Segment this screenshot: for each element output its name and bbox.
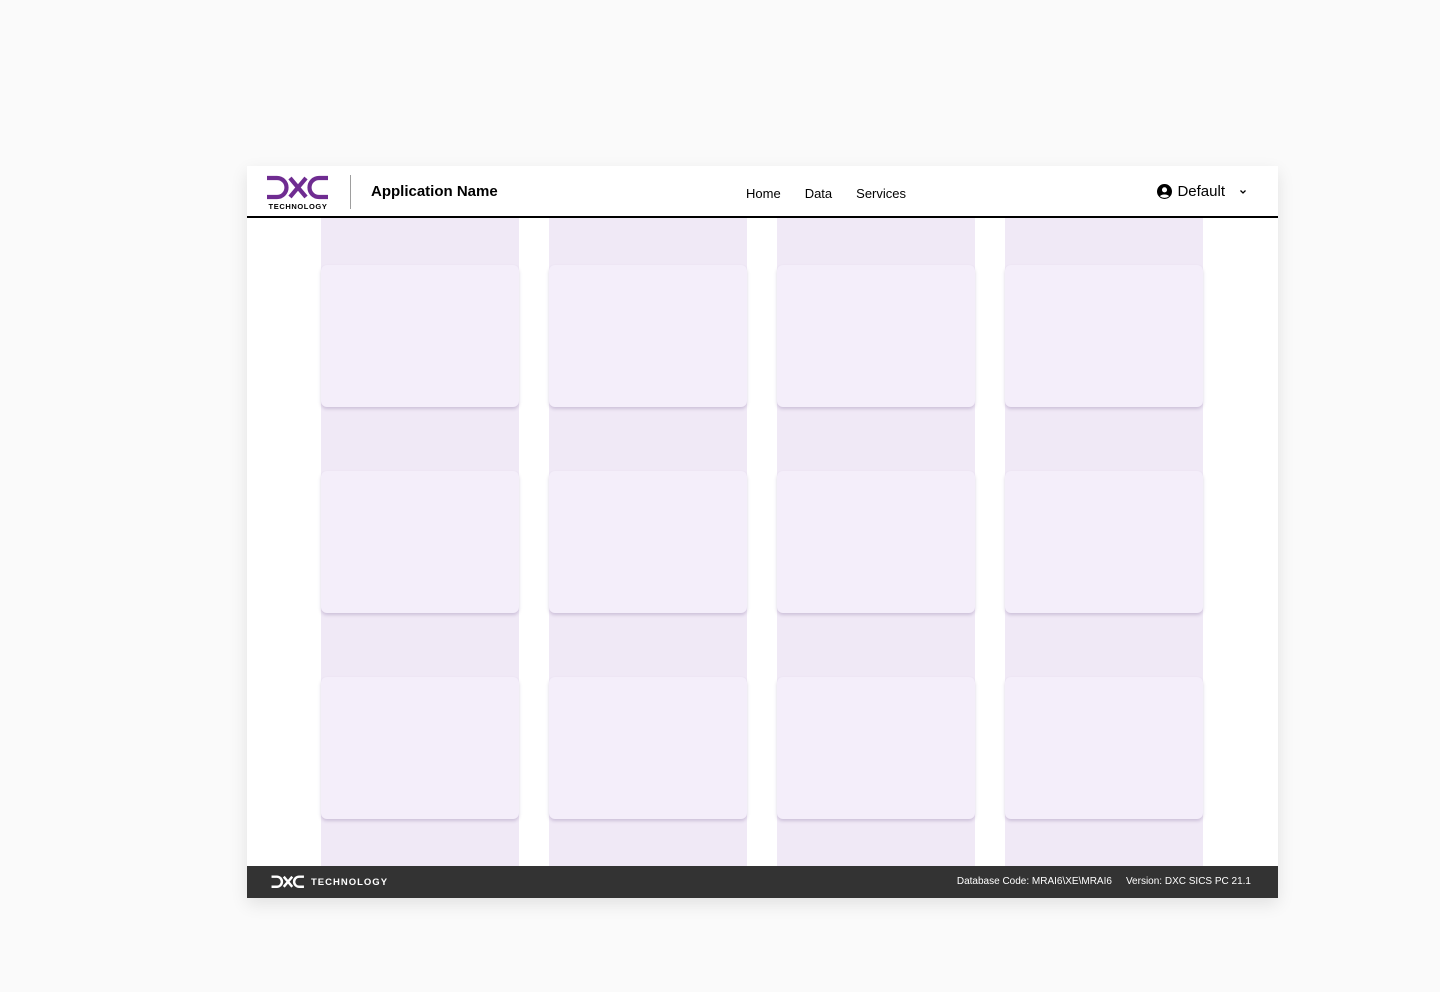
footer-bar: TECHNOLOGY Database Code: MRAI6\XE\MRAI6… xyxy=(247,866,1278,898)
placeholder-card xyxy=(777,677,975,819)
app-window: TECHNOLOGY Application Name Home Data Se… xyxy=(247,166,1278,898)
dxc-logo[interactable]: TECHNOLOGY xyxy=(266,175,330,211)
placeholder-card xyxy=(777,471,975,613)
footer-info: Database Code: MRAI6\XE\MRAI6 Version: D… xyxy=(957,876,1251,887)
grid-column xyxy=(1005,218,1203,866)
grid-column xyxy=(777,218,975,866)
database-code: Database Code: MRAI6\XE\MRAI6 xyxy=(956,876,1112,887)
nav-data[interactable]: Data xyxy=(805,186,832,201)
nav-home[interactable]: Home xyxy=(746,186,781,201)
placeholder-card xyxy=(1005,471,1203,613)
nav-services[interactable]: Services xyxy=(856,186,906,201)
placeholder-card xyxy=(549,265,747,407)
content-area xyxy=(247,218,1278,866)
placeholder-card xyxy=(321,677,519,819)
placeholder-card xyxy=(549,471,747,613)
footer-logo-text: TECHNOLOGY xyxy=(311,876,389,888)
user-menu[interactable]: Default xyxy=(1157,183,1250,200)
user-name: Default xyxy=(1177,183,1225,200)
dxc-logo-mark-icon xyxy=(267,175,328,200)
chevron-down-icon xyxy=(1240,189,1246,194)
header-divider xyxy=(350,175,351,209)
grid-column xyxy=(321,218,519,866)
user-circle-icon xyxy=(1157,184,1173,199)
placeholder-card xyxy=(549,677,747,819)
placeholder-card xyxy=(321,265,519,407)
version-info: Version: DXC SICS PC 21.1 xyxy=(1125,876,1251,887)
header-bar: TECHNOLOGY Application Name Home Data Se… xyxy=(247,166,1278,218)
dxc-footer-logo-icon xyxy=(271,875,304,889)
main-nav: Home Data Services xyxy=(746,186,906,201)
placeholder-card xyxy=(321,471,519,613)
placeholder-card xyxy=(1005,677,1203,819)
placeholder-card xyxy=(777,265,975,407)
grid-column xyxy=(549,218,747,866)
footer-logo: TECHNOLOGY xyxy=(271,875,388,889)
logo-subtitle: TECHNOLOGY xyxy=(268,202,328,211)
application-name: Application Name xyxy=(371,183,498,200)
placeholder-card xyxy=(1005,265,1203,407)
